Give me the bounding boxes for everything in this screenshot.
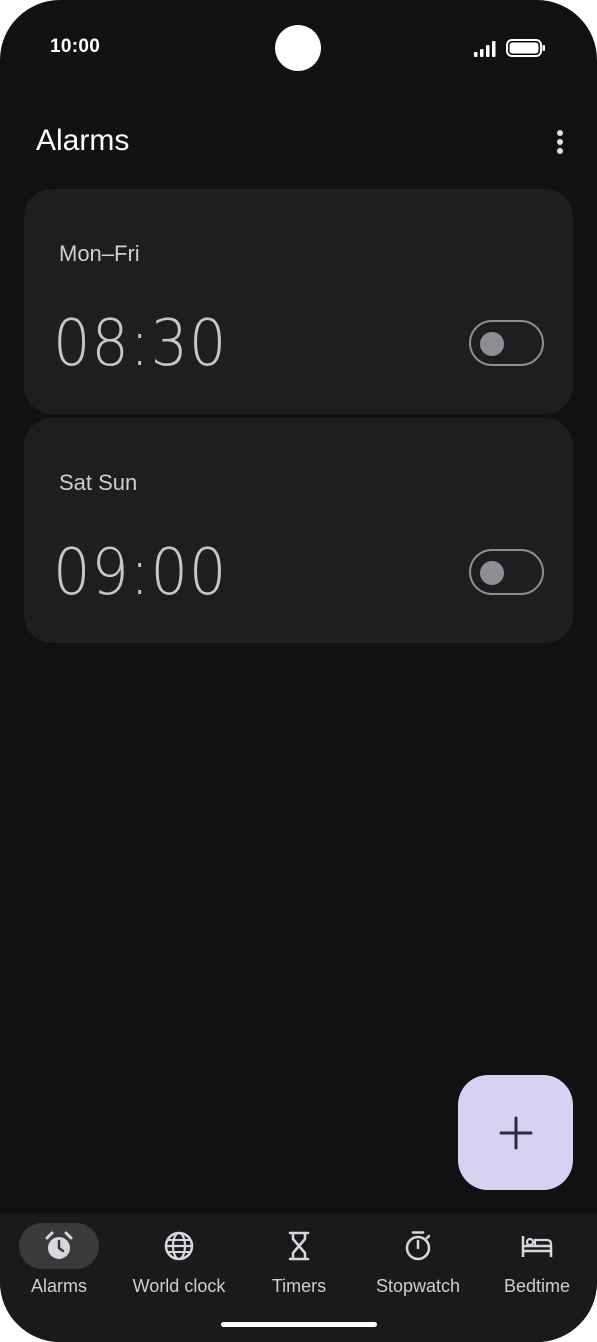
stopwatch-icon [405,1231,431,1261]
nav-item-world-clock[interactable]: World clock [122,1214,236,1314]
status-time: 10:00 [50,36,101,57]
nav-label: Timers [271,1276,327,1296]
alarm-time[interactable]: 08:30 [53,307,227,381]
nav-label: Alarms [30,1276,87,1296]
globe-icon [164,1231,194,1261]
plus-icon [499,1116,532,1149]
alarm-clock-icon [45,1231,73,1259]
battery-icon [506,39,545,57]
nav-item-timers[interactable]: Timers [252,1214,346,1314]
toggle-knob [480,332,504,356]
alarm-days: Sat Sun [59,470,138,495]
nav-icon-container [497,1223,577,1269]
toggle-knob [480,561,504,585]
nav-icon-container [259,1223,339,1269]
alarm-days: Mon–Fri [59,241,140,266]
page-title: Alarms [36,124,130,157]
home-indicator[interactable] [221,1322,377,1327]
nav-active-indicator [19,1223,99,1269]
nav-item-stopwatch[interactable]: Stopwatch [366,1214,470,1314]
nav-icon-container [139,1223,219,1269]
nav-item-alarms[interactable]: Alarms [12,1214,106,1314]
alarm-card[interactable]: Mon–Fri 08:30 [24,189,573,414]
bed-icon [521,1236,553,1257]
alarm-toggle[interactable] [469,320,544,366]
more-options-button[interactable] [545,126,575,158]
nav-label: Stopwatch [375,1276,461,1296]
alarm-time[interactable]: 09:00 [53,536,227,610]
add-alarm-button[interactable] [458,1075,573,1190]
more-vert-icon [557,130,563,154]
front-camera [275,25,321,71]
alarm-card[interactable]: Sat Sun 09:00 [24,418,573,643]
nav-label: World clock [132,1276,226,1296]
nav-label: Bedtime [503,1276,571,1296]
nav-item-bedtime[interactable]: Bedtime [492,1214,582,1314]
hourglass-icon [288,1231,310,1261]
signal-icon [474,41,496,57]
phone-screen: 10:00 Alarms Mon–Fri 08:30 Sat Sun 09:00 [0,0,597,1342]
nav-icon-container [378,1223,458,1269]
alarm-toggle[interactable] [469,549,544,595]
